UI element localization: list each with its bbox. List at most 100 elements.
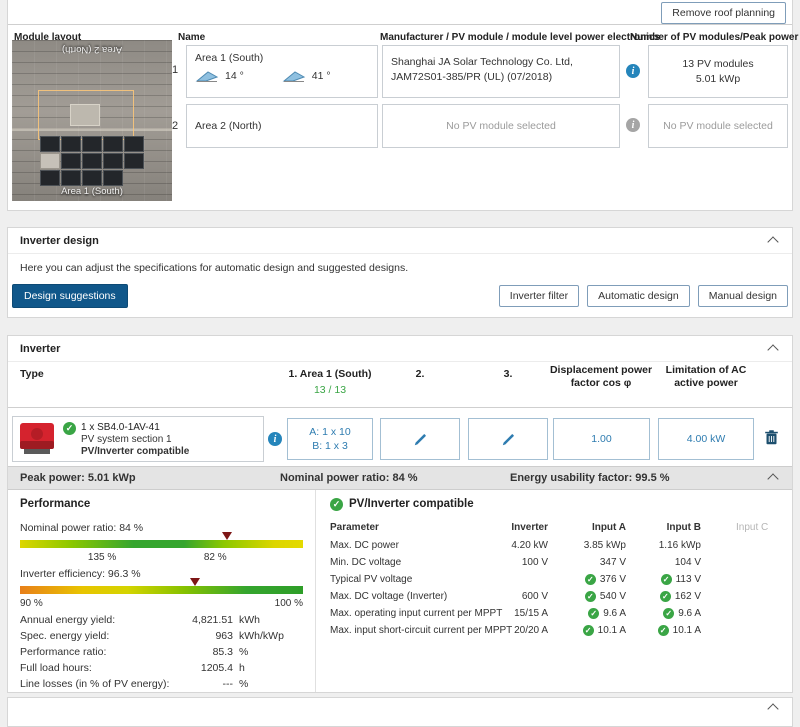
stat-unit: % [239, 646, 249, 658]
ac-power-limit-field[interactable]: 4.00 kW [658, 418, 754, 460]
header-manufacturer: Manufacturer / PV module / module level … [380, 32, 661, 43]
row-number: 1 [172, 64, 179, 76]
col-header-cos-phi: Displacement power [549, 364, 653, 376]
check-icon [659, 591, 671, 602]
compat-inverter-value: 20/20 A [514, 625, 548, 636]
stat-unit: h [239, 662, 245, 674]
compat-header-input-c: Input C [736, 522, 769, 533]
compat-row: Max. DC voltage (Inverter) 600 V 540 V 1… [316, 591, 792, 608]
remove-roof-planning-button[interactable]: Remove roof planning [661, 2, 786, 24]
pv-module-highlighted [40, 153, 60, 169]
col-header-ac-limit: Limitation of AC [665, 364, 747, 376]
collapse-chevron-icon[interactable] [766, 472, 780, 483]
compat-inverter-value: 15/15 A [514, 608, 548, 619]
inverter-details: Performance Nominal power ratio: 84 % 13… [8, 490, 792, 692]
check-icon [582, 625, 594, 636]
pv-module [40, 136, 60, 152]
row-number: 2 [172, 120, 179, 132]
cos-phi-field[interactable]: 1.00 [553, 418, 650, 460]
cos-phi-value: 1.00 [591, 433, 612, 445]
compat-header-row: Parameter Inverter Input A Input B Input… [316, 522, 792, 539]
compat-input-a-value: 3.85 kWp [583, 540, 626, 551]
roof-layout-preview[interactable]: Area 2 (North) Area 1 (South) [12, 40, 172, 201]
divider [8, 361, 792, 362]
bar-marker-icon [190, 578, 201, 586]
pv-module-cell[interactable]: No PV module selected [382, 104, 620, 148]
check-icon [584, 574, 596, 585]
pv-module [82, 153, 102, 169]
info-icon[interactable]: i [268, 432, 282, 446]
string-config-button[interactable]: A: 1 x 10 B: 1 x 3 [287, 418, 373, 460]
check-icon [588, 608, 600, 619]
collapse-chevron-icon[interactable] [766, 343, 780, 354]
next-section-panel [7, 697, 793, 727]
stat-value: 1205.4 [200, 662, 233, 674]
info-icon-disabled[interactable]: i [626, 118, 640, 132]
inverter-efficiency-bar [20, 578, 303, 594]
compat-row: Max. DC power 4.20 kW 3.85 kWp 1.16 kWp [316, 540, 792, 557]
compat-row: Min. DC voltage 100 V 347 V 104 V [316, 557, 792, 574]
area1-module-count: 13 / 13 [313, 384, 347, 396]
pv-module [103, 153, 123, 169]
compatible-check-icon [63, 422, 76, 435]
compat-row: Max. input short-circuit current per MPP… [316, 625, 792, 642]
stat-label: Annual energy yield: [20, 614, 116, 626]
trash-icon [765, 430, 778, 445]
pv-module [40, 170, 60, 186]
manual-design-button[interactable]: Manual design [697, 285, 788, 307]
stat-value: --- [222, 678, 234, 690]
inverter-image [20, 423, 54, 454]
summary-nominal-power-ratio: Nominal power ratio: 84 % [280, 472, 418, 484]
no-module-placeholder: No PV module selected [663, 120, 773, 132]
pv-module [103, 136, 123, 152]
top-toolbar: Remove roof planning [8, 0, 792, 25]
nominal-power-ratio-label: Nominal power ratio: 84 % [20, 522, 144, 534]
performance-title: Performance [20, 498, 91, 510]
summary-energy-usability: Energy usability factor: 99.5 % [510, 472, 670, 484]
tilt-value-b: 41 ° [311, 70, 331, 82]
delete-inverter-button[interactable] [765, 430, 778, 448]
compatibility-panel: PV/Inverter compatible Parameter Inverte… [315, 490, 792, 692]
inverter-design-panel: Inverter design Here you can adjust the … [7, 227, 793, 318]
bar2-min-value: 90 % [20, 598, 43, 609]
section-title: Inverter design [20, 235, 99, 247]
inverter-filter-button[interactable]: Inverter filter [498, 285, 580, 307]
compat-input-b-value: 113 V [631, 574, 701, 585]
compat-input-a-value: 376 V [556, 574, 626, 585]
roof-planning-panel: Remove roof planning Module layout Name … [7, 0, 798, 211]
compat-param: Min. DC voltage [330, 557, 402, 568]
manufacturer-line1: Shanghai JA Solar Technology Co. Ltd, [391, 56, 573, 68]
pencil-icon [414, 433, 426, 445]
module-count-cell: No PV module selected [648, 104, 788, 148]
string-config-a: A: 1 x 10 [309, 426, 351, 438]
divider [8, 407, 792, 408]
automatic-design-button[interactable]: Automatic design [587, 285, 690, 307]
pv-module-cell[interactable]: Shanghai JA Solar Technology Co. Ltd, JA… [382, 45, 620, 98]
area-name-cell[interactable]: Area 1 (South) 14 ° 41 ° [186, 45, 378, 98]
tilt-value-a: 14 ° [225, 70, 244, 82]
edit-area3-button[interactable] [468, 418, 548, 460]
pv-module-grid [40, 136, 144, 186]
inverter-type-cell[interactable]: 1 x SB4.0-1AV-41 PV system section 1 PV/… [12, 416, 264, 462]
stat-label: Full load hours: [20, 662, 92, 674]
compat-input-b-value: 9.6 A [631, 608, 701, 619]
pv-module [124, 136, 144, 152]
compat-input-a-value: 10.1 A [556, 625, 626, 636]
peak-power: 5.01 kWp [695, 72, 741, 85]
button-row: Design suggestions Inverter filter Autom… [12, 284, 788, 308]
stat-unit: kWh [239, 614, 260, 626]
collapse-chevron-icon[interactable] [766, 235, 780, 246]
compat-inverter-value: 100 V [521, 557, 548, 568]
area-name-cell[interactable]: Area 2 (North) [186, 104, 378, 148]
module-count: 13 PV modules [682, 57, 754, 70]
stat-value: 963 [215, 630, 233, 642]
design-suggestions-button[interactable]: Design suggestions [12, 284, 128, 308]
pv-module [82, 136, 102, 152]
compat-row: Typical PV voltage 376 V 113 V [316, 574, 792, 591]
inverter-panel: Inverter Type 1. Area 1 (South) 13 / 13 … [7, 335, 793, 693]
bar-marker-icon [221, 532, 232, 540]
edit-area2-button[interactable] [380, 418, 460, 460]
stat-label: Line losses (in % of PV energy): [20, 678, 170, 690]
roof-area1-label: Area 1 (South) [61, 186, 123, 197]
info-icon[interactable]: i [626, 64, 640, 78]
